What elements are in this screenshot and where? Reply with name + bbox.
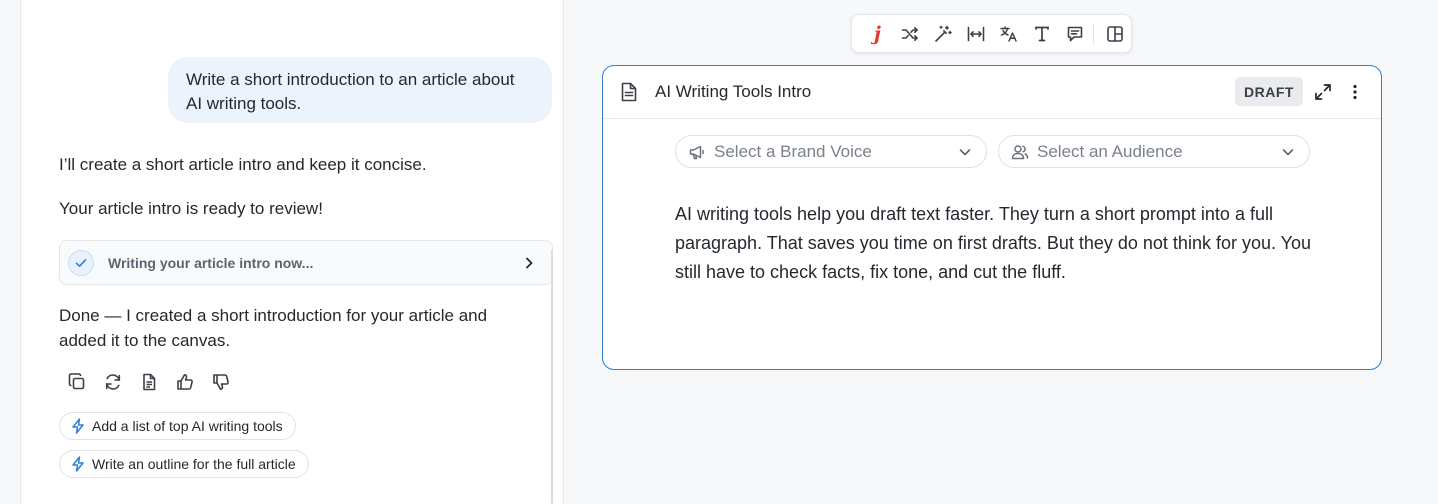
chevron-right-icon [522, 256, 536, 270]
refresh-icon[interactable] [101, 370, 125, 394]
adjust-length-icon[interactable] [960, 19, 993, 49]
status-card[interactable]: Writing your article intro now... [59, 240, 553, 285]
thumbs-up-icon[interactable] [173, 370, 197, 394]
lightning-icon [72, 456, 84, 472]
canvas-header: AI Writing Tools Intro DRAFT [603, 66, 1381, 119]
users-icon [1011, 143, 1029, 161]
document-icon[interactable] [137, 370, 161, 394]
magic-wand-icon[interactable] [927, 19, 960, 49]
assistant-message: I’ll create a short article intro and ke… [59, 155, 427, 174]
brand-voice-select[interactable]: Select a Brand Voice [675, 135, 987, 168]
audience-select[interactable]: Select an Audience [998, 135, 1310, 168]
brand-voice-placeholder: Select a Brand Voice [714, 141, 872, 161]
more-vertical-icon[interactable] [1343, 80, 1367, 104]
canvas-toolbar: j [851, 14, 1132, 53]
layout-icon[interactable] [1098, 19, 1131, 49]
chevron-down-icon [1281, 145, 1295, 159]
assistant-message: Your article intro is ready to review! [59, 199, 323, 218]
suggestion-chip[interactable]: Add a list of top AI writing tools [59, 412, 296, 440]
chevron-down-icon [958, 145, 972, 159]
message-actions [65, 370, 233, 394]
suggestion-chip[interactable]: Write an outline for the full article [59, 450, 309, 478]
translate-icon[interactable] [993, 19, 1026, 49]
lightning-icon [72, 418, 84, 434]
audience-placeholder: Select an Audience [1037, 141, 1183, 161]
megaphone-icon [688, 143, 706, 161]
scrollbar[interactable] [551, 250, 553, 504]
thumbs-down-icon[interactable] [209, 370, 233, 394]
status-label: Writing your article intro now... [108, 254, 314, 271]
canvas-body-text[interactable]: AI writing tools help you draft text fas… [675, 200, 1325, 287]
user-message-bubble: Write a short introduction to an article… [168, 57, 552, 123]
text-style-icon[interactable] [1025, 19, 1058, 49]
expand-icon[interactable] [1311, 80, 1335, 104]
shuffle-icon[interactable] [894, 19, 927, 49]
suggestion-label: Write an outline for the full article [92, 456, 296, 472]
assistant-message: Done — I created a short introduction fo… [59, 306, 488, 350]
copy-icon[interactable] [65, 370, 89, 394]
suggestion-label: Add a list of top AI writing tools [92, 418, 283, 434]
check-icon [68, 249, 94, 276]
app-logo[interactable]: j [861, 19, 894, 49]
canvas-document: AI Writing Tools Intro DRAFT Select a Br… [602, 65, 1382, 370]
toolbar-divider [1093, 22, 1095, 45]
canvas-title: AI Writing Tools Intro [655, 82, 812, 101]
chat-panel: Write a short introduction to an article… [20, 0, 564, 504]
comment-icon[interactable] [1058, 19, 1091, 49]
status-badge: DRAFT [1235, 77, 1303, 106]
document-icon [618, 81, 640, 103]
